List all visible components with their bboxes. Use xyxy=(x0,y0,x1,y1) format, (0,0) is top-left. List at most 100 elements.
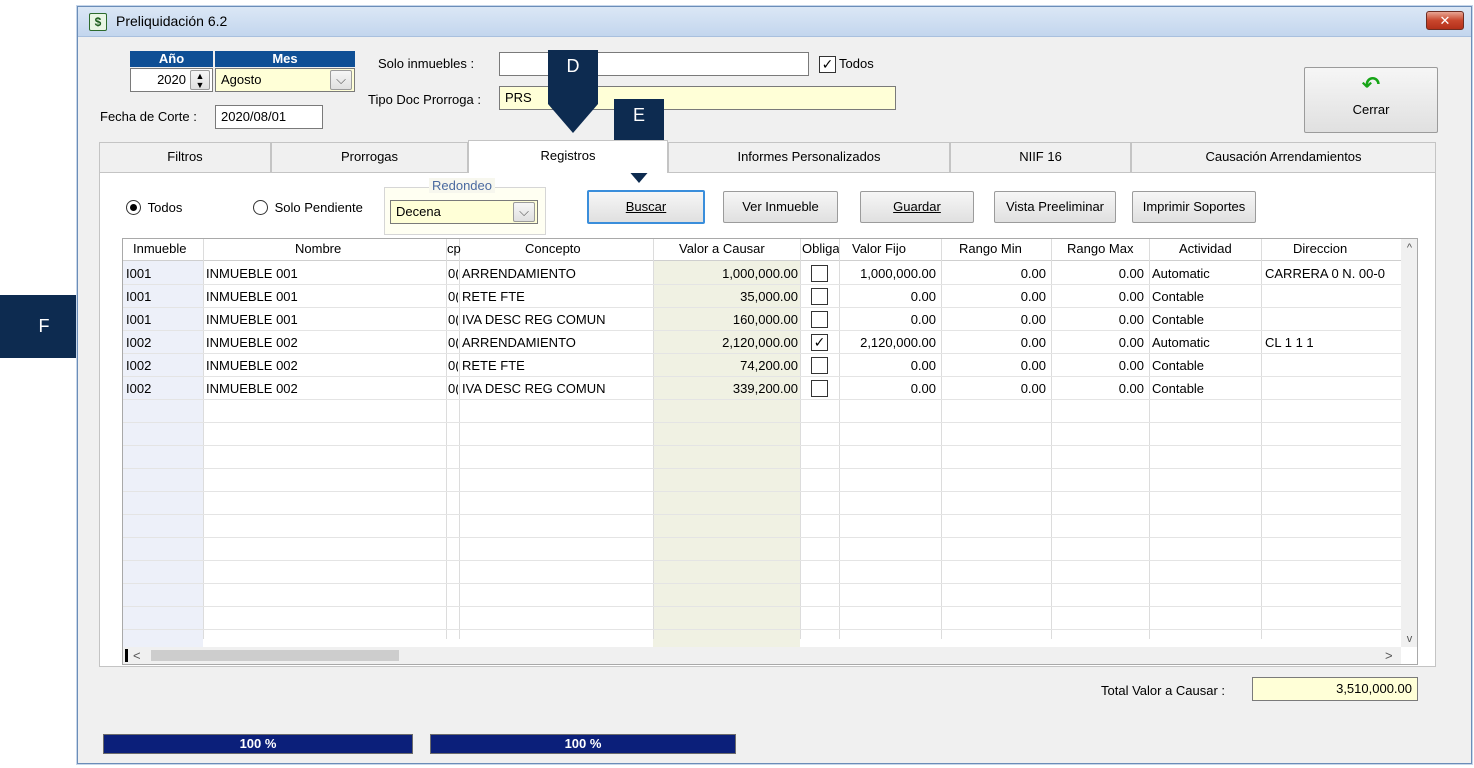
vista-label: Vista Preeliminar xyxy=(1005,199,1105,214)
tab-niif-16[interactable]: NIIF 16 xyxy=(950,142,1131,172)
cell-actividad: Contable xyxy=(1152,312,1205,327)
obliga-checkbox[interactable] xyxy=(811,357,828,374)
cell-fijo: 0.00 xyxy=(910,312,936,327)
tab-causacion-arrendamientos[interactable]: Causación Arrendamientos xyxy=(1131,142,1436,172)
cell-nombre: INMUEBLE 001 xyxy=(206,266,298,281)
total-value: 3,510,000.00 xyxy=(1336,681,1412,696)
cell-fijo: 2,120,000.00 xyxy=(860,335,936,350)
cell-actividad: Automatic xyxy=(1152,335,1210,350)
month-dropdown-icon[interactable]: ⌵ xyxy=(330,70,352,90)
tab-causacion-label: Causación Arrendamientos xyxy=(1205,149,1362,164)
tab-prorrogas-label: Prorrogas xyxy=(340,149,399,164)
cell-fijo: 0.00 xyxy=(910,289,936,304)
progress-2-label: 100 % xyxy=(564,736,602,751)
registros-grid[interactable]: Inmueble Nombre cp Concepto Valor a Caus… xyxy=(122,238,1418,665)
col-header-actividad[interactable]: Actividad xyxy=(1179,241,1232,256)
obliga-checkbox[interactable] xyxy=(811,288,828,305)
obliga-checkbox[interactable] xyxy=(811,311,828,328)
cell-max: 0.00 xyxy=(1118,266,1144,281)
cell-max: 0.00 xyxy=(1118,381,1144,396)
year-spin-buttons[interactable]: ▲ ▼ xyxy=(190,70,210,90)
undo-arrow-icon: ↶ xyxy=(1361,72,1381,97)
scroll-thumb[interactable] xyxy=(151,650,399,661)
annotation-f-text: F xyxy=(38,316,50,336)
cell-nombre: INMUEBLE 001 xyxy=(206,312,298,327)
cell-nombre: INMUEBLE 002 xyxy=(206,335,298,350)
vista-preeliminar-button[interactable]: Vista Preeliminar xyxy=(994,191,1116,223)
ver-inmueble-button[interactable]: Ver Inmueble xyxy=(723,191,838,223)
row-line xyxy=(123,629,1401,630)
vertical-scrollbar[interactable]: ^ v xyxy=(1401,239,1417,647)
tab-informes-personalizados[interactable]: Informes Personalizados xyxy=(668,142,950,172)
buscar-label: Buscar xyxy=(625,199,667,214)
cell-nombre: INMUEBLE 002 xyxy=(206,381,298,396)
table-row[interactable]: I001 INMUEBLE 001 0(RETE FTE 35,000.00 0.00 0… xyxy=(123,285,1401,308)
cell-max: 0.00 xyxy=(1118,289,1144,304)
col-header-concepto[interactable]: Concepto xyxy=(525,241,581,256)
obliga-checkbox[interactable]: ✓ xyxy=(811,334,828,351)
cell-fijo: 0.00 xyxy=(910,358,936,373)
row-line xyxy=(123,445,1401,446)
row-marker xyxy=(125,649,128,662)
todos-checkbox-label: Todos xyxy=(839,56,874,71)
solo-inmuebles-input[interactable] xyxy=(499,52,809,76)
radio-todos[interactable]: Todos xyxy=(126,200,182,215)
app-icon: $ xyxy=(89,13,107,31)
col-header-cp[interactable]: cp xyxy=(447,241,461,256)
cut-date-field[interactable]: 2020/08/01 xyxy=(215,105,323,129)
scroll-up-icon[interactable]: ^ xyxy=(1401,242,1417,254)
tab-prorrogas[interactable]: Prorrogas xyxy=(271,142,468,172)
col-header-rango-max[interactable]: Rango Max xyxy=(1067,241,1133,256)
imprimir-soportes-button[interactable]: Imprimir Soportes xyxy=(1132,191,1256,223)
cell-fijo: 0.00 xyxy=(910,381,936,396)
imprimir-label: Imprimir Soportes xyxy=(1142,199,1246,214)
col-header-valor-fijo[interactable]: Valor Fijo xyxy=(852,241,906,256)
buscar-button[interactable]: Buscar xyxy=(587,190,705,224)
cell-max: 0.00 xyxy=(1118,335,1144,350)
scroll-right-icon[interactable]: > xyxy=(1385,648,1393,663)
redondeo-dropdown-icon[interactable]: ⌵ xyxy=(513,202,535,222)
cell-cp: 0( xyxy=(448,358,458,373)
cell-valor: 35,000.00 xyxy=(740,289,798,304)
year-value: 2020 xyxy=(157,72,186,87)
row-line xyxy=(123,606,1401,607)
row-line xyxy=(123,514,1401,515)
table-row[interactable]: I002 INMUEBLE 002 0(ARRENDAMIENTO 2,120,000… xyxy=(123,331,1401,354)
guardar-label: Guardar xyxy=(893,199,941,214)
col-header-rango-min[interactable]: Rango Min xyxy=(959,241,1022,256)
row-line xyxy=(123,491,1401,492)
table-row[interactable]: I001 INMUEBLE 001 0(ARRENDAMIENTO 1,000,000… xyxy=(123,262,1401,285)
tab-filtros[interactable]: Filtros xyxy=(99,142,271,172)
window-close-button[interactable]: ✕ xyxy=(1426,11,1464,30)
scroll-left-icon[interactable]: < xyxy=(133,648,141,663)
progress-1-label: 100 % xyxy=(239,736,277,751)
col-header-direccion[interactable]: Direccion xyxy=(1293,241,1347,256)
cell-concepto: RETE FTE xyxy=(462,358,525,373)
col-header-inmueble[interactable]: Inmueble xyxy=(133,241,186,256)
cell-cp: 0( xyxy=(448,335,458,350)
col-header-obliga[interactable]: Obliga xyxy=(802,241,839,256)
tab-registros[interactable]: Registros xyxy=(468,140,668,173)
progress-bar-1: 100 % xyxy=(103,734,413,754)
radio-solo-pendiente[interactable]: Solo Pendiente xyxy=(253,200,363,215)
cell-valor: 2,120,000.00 xyxy=(722,335,798,350)
close-button[interactable]: ↶ Cerrar xyxy=(1304,67,1438,133)
redondeo-legend: Redondeo xyxy=(429,178,495,193)
cell-concepto: ARRENDAMIENTO xyxy=(462,335,576,350)
obliga-checkbox[interactable] xyxy=(811,265,828,282)
cell-actividad: Contable xyxy=(1152,358,1205,373)
scroll-down-icon[interactable]: v xyxy=(1401,633,1417,645)
table-row[interactable]: I001 INMUEBLE 001 0(IVA DESC REG COMUN 160,… xyxy=(123,308,1401,331)
cell-fijo: 1,000,000.00 xyxy=(860,266,936,281)
table-row[interactable]: I002 INMUEBLE 002 0(IVA DESC REG COMUN 339,… xyxy=(123,377,1401,400)
table-row[interactable]: I002 INMUEBLE 002 0(RETE FTE 74,200.00 0.00 0… xyxy=(123,354,1401,377)
col-header-nombre[interactable]: Nombre xyxy=(295,241,341,256)
todos-checkbox[interactable]: ✓ xyxy=(819,56,836,73)
obliga-checkbox[interactable] xyxy=(811,380,828,397)
tab-filtros-label: Filtros xyxy=(167,149,203,164)
horizontal-scrollbar[interactable]: < > xyxy=(123,647,1401,664)
col-header-valor-a-causar[interactable]: Valor a Causar xyxy=(679,241,765,256)
cell-cp: 0( xyxy=(448,381,458,396)
row-line xyxy=(123,422,1401,423)
guardar-button[interactable]: Guardar xyxy=(860,191,974,223)
